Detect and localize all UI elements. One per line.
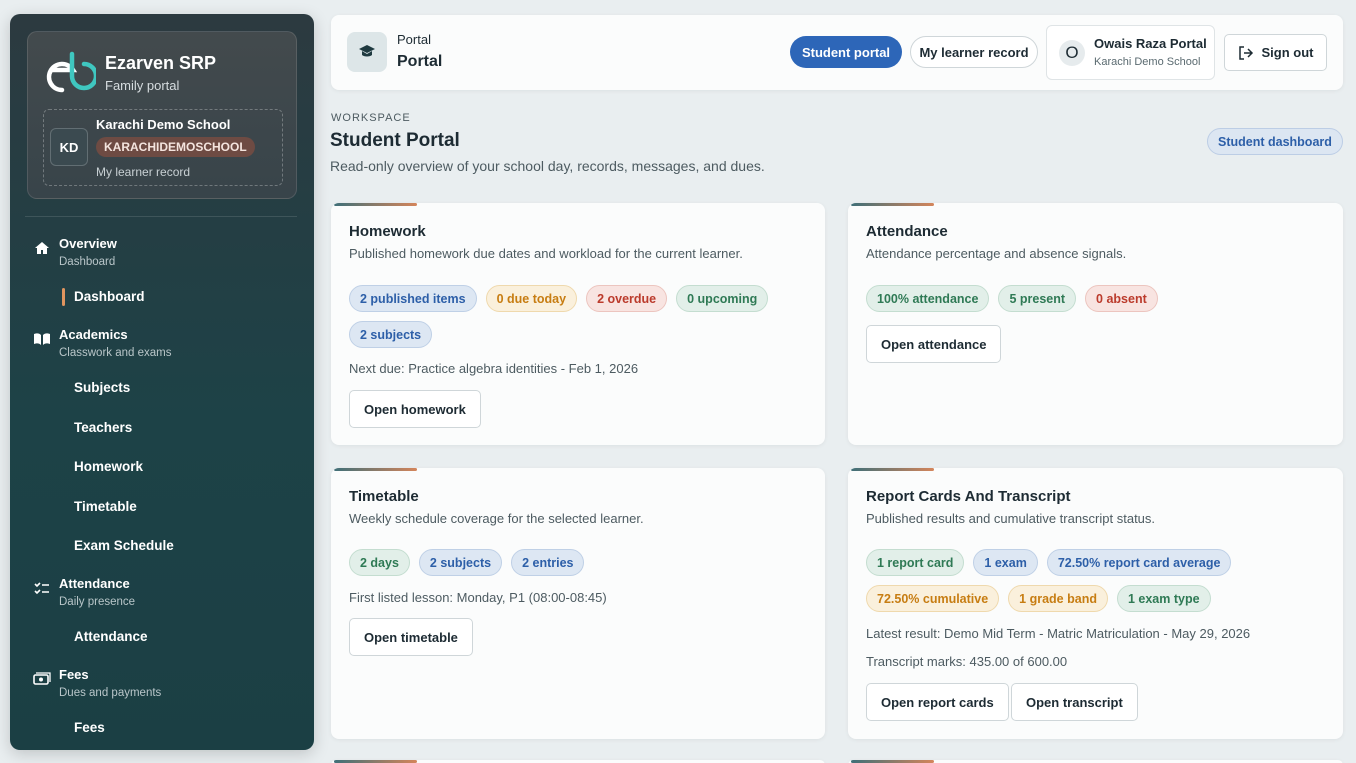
latest-result-note: Latest result: Demo Mid Term - Matric Ma… xyxy=(866,626,1251,641)
nav-group-title[interactable]: Fees xyxy=(59,667,89,682)
student-portal-button[interactable]: Student portal xyxy=(790,36,902,68)
status-badge: 2 overdue xyxy=(586,285,668,312)
sign-out-label: Sign out xyxy=(1261,45,1314,60)
brand-subtitle: Family portal xyxy=(105,78,180,93)
open-report-cards-button[interactable]: Open report cards xyxy=(866,683,1009,721)
nav-group-subtitle: Daily presence xyxy=(59,596,136,608)
status-badge: 2 subjects xyxy=(349,321,433,348)
card-title: Homework xyxy=(349,223,426,240)
sidebar-item-exam-schedule[interactable]: Exam Schedule xyxy=(74,538,174,553)
status-badge: 2 entries xyxy=(511,549,585,576)
school-avatar: KD xyxy=(50,128,88,166)
money-icon xyxy=(33,672,51,685)
nav-group-title[interactable]: Overview xyxy=(59,236,117,251)
sidebar-item-attendance[interactable]: Attendance xyxy=(74,629,148,644)
status-badge: 1 report card xyxy=(866,549,965,576)
status-badge: 1 grade band xyxy=(1008,585,1108,612)
card-description: Weekly schedule coverage for the selecte… xyxy=(349,511,644,526)
status-badge: 100% attendance xyxy=(866,285,990,312)
status-badge: 72.50% cumulative xyxy=(866,585,1000,612)
card-accent xyxy=(851,203,934,206)
card-title: Attendance xyxy=(866,223,948,240)
sidebar-item-timetable[interactable]: Timetable xyxy=(74,499,137,514)
breadcrumb: Portal xyxy=(397,32,431,47)
attendance-chips: 100% attendance 5 present 0 absent xyxy=(866,285,1326,312)
user-profile[interactable]: O Owais Raza Portal Karachi Demo School xyxy=(1046,25,1215,80)
sign-out-button[interactable]: Sign out xyxy=(1224,34,1327,71)
learner-record-button[interactable]: My learner record xyxy=(910,36,1038,68)
card-title: Report Cards And Transcript xyxy=(866,488,1071,505)
open-attendance-button[interactable]: Open attendance xyxy=(866,325,1002,363)
student-dashboard-tag[interactable]: Student dashboard xyxy=(1207,128,1343,155)
nav-group-title[interactable]: Attendance xyxy=(59,576,130,591)
card-description: Published homework due dates and workloa… xyxy=(349,246,743,261)
sidebar-item-teachers[interactable]: Teachers xyxy=(74,420,132,435)
status-badge: 1 exam xyxy=(973,549,1038,576)
homework-card: Homework Published homework due dates an… xyxy=(331,203,825,445)
card-description: Attendance percentage and absence signal… xyxy=(866,246,1127,261)
nav-group-subtitle: Dashboard xyxy=(59,256,116,268)
school-role: My learner record xyxy=(96,165,191,179)
top-bar: Portal Portal Student portal My learner … xyxy=(331,15,1343,90)
brand-card: Ezarven SRP Family portal KD Karachi Dem… xyxy=(27,31,297,199)
school-name: Karachi Demo School xyxy=(96,117,231,132)
open-homework-button[interactable]: Open homework xyxy=(349,390,481,428)
status-badge: 2 subjects xyxy=(418,549,503,576)
card-accent xyxy=(851,468,934,471)
timetable-chips: 2 days 2 subjects 2 entries xyxy=(349,549,809,576)
checklist-icon xyxy=(34,582,49,595)
status-badge: 1 exam type xyxy=(1116,585,1211,612)
status-badge: 0 upcoming xyxy=(676,285,769,312)
report-chips: 1 report card 1 exam 72.50% report card … xyxy=(866,549,1246,612)
workspace-label: WORKSPACE xyxy=(331,112,411,124)
nav-group-subtitle: Dues and payments xyxy=(59,687,162,699)
status-badge: 2 days xyxy=(349,549,410,576)
nav-group-subtitle: Classwork and exams xyxy=(59,347,172,359)
timetable-card: Timetable Weekly schedule coverage for t… xyxy=(331,468,825,739)
sidebar: Ezarven SRP Family portal KD Karachi Dem… xyxy=(10,14,314,750)
status-badge: 0 absent xyxy=(1085,285,1158,312)
homework-chips: 2 published items 0 due today 2 overdue … xyxy=(349,285,779,348)
sidebar-item-homework[interactable]: Homework xyxy=(74,459,143,474)
open-transcript-button[interactable]: Open transcript xyxy=(1011,683,1138,721)
sidebar-item-fees[interactable]: Fees xyxy=(74,720,105,735)
graduation-cap-icon xyxy=(347,32,387,72)
first-lesson-note: First listed lesson: Monday, P1 (08:00-0… xyxy=(349,590,607,605)
school-switcher[interactable]: KD Karachi Demo School KARACHIDEMOSCHOOL… xyxy=(43,109,283,186)
sign-out-icon xyxy=(1238,45,1253,60)
card-description: Published results and cumulative transcr… xyxy=(866,511,1156,526)
card-accent xyxy=(334,203,417,206)
status-badge: 5 present xyxy=(998,285,1077,312)
school-code-badge: KARACHIDEMOSCHOOL xyxy=(96,137,255,157)
attendance-card: Attendance Attendance percentage and abs… xyxy=(848,203,1343,445)
status-badge: 72.50% report card average xyxy=(1046,549,1232,576)
card-accent xyxy=(334,468,417,471)
user-school: Karachi Demo School xyxy=(1094,56,1201,68)
status-badge: 0 due today xyxy=(485,285,578,312)
sidebar-item-dashboard[interactable]: Dashboard xyxy=(62,288,145,306)
page-title: Student Portal xyxy=(330,130,460,151)
book-icon xyxy=(34,333,50,345)
user-name: Owais Raza Portal xyxy=(1094,36,1207,51)
home-icon xyxy=(35,242,49,254)
brand-title: Ezarven SRP xyxy=(105,53,217,73)
open-timetable-button[interactable]: Open timetable xyxy=(349,618,473,656)
card-title: Timetable xyxy=(349,488,419,505)
transcript-marks-note: Transcript marks: 435.00 of 600.00 xyxy=(866,654,1068,669)
nav-group-title[interactable]: Academics xyxy=(59,327,128,342)
ezarven-logo xyxy=(46,51,96,93)
page-description: Read-only overview of your school day, r… xyxy=(330,158,765,174)
next-due-note: Next due: Practice algebra identities - … xyxy=(349,361,639,376)
sidebar-divider xyxy=(25,216,297,217)
avatar: O xyxy=(1059,40,1085,66)
status-badge: 2 published items xyxy=(349,285,477,312)
sidebar-item-subjects[interactable]: Subjects xyxy=(74,380,130,395)
report-cards-card: Report Cards And Transcript Published re… xyxy=(848,468,1343,739)
page-heading: Portal xyxy=(397,53,443,70)
